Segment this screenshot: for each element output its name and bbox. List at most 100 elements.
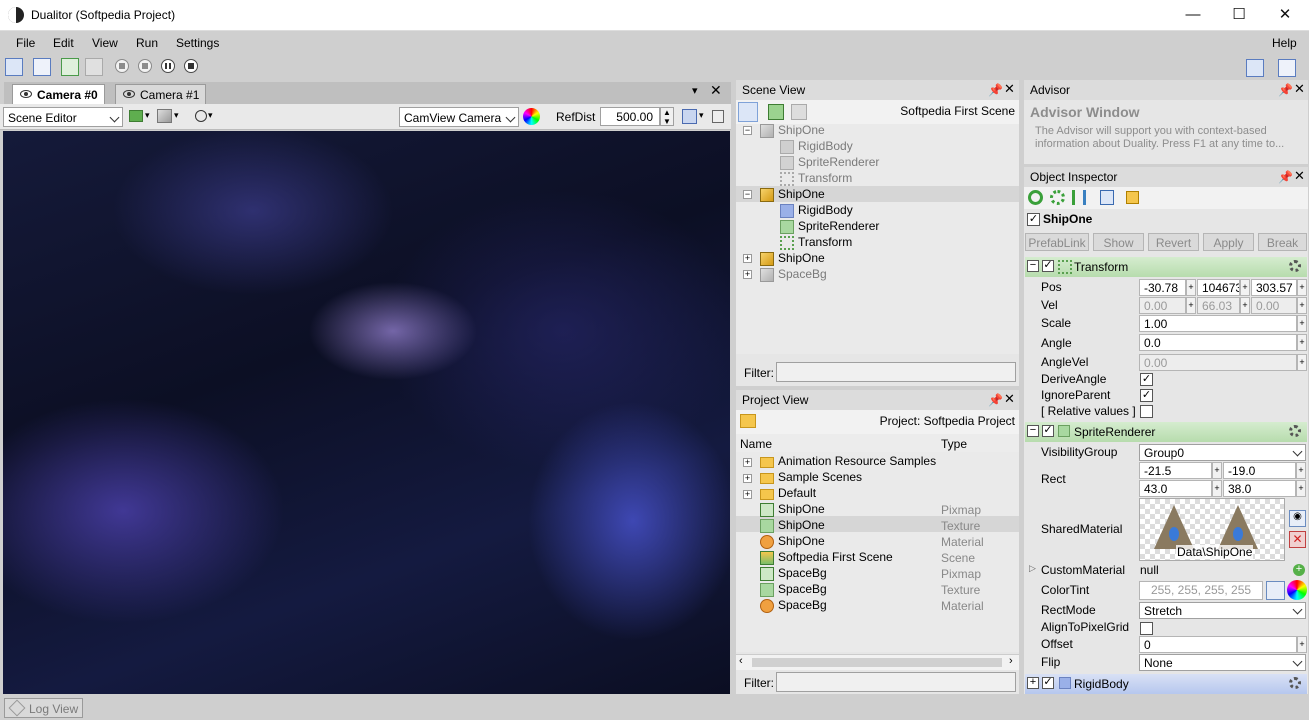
tree-item[interactable]: SpriteRenderer bbox=[780, 155, 879, 171]
tree-item[interactable]: SpaceBg bbox=[760, 267, 827, 283]
stop-icon[interactable] bbox=[184, 59, 198, 73]
scroll-right-icon[interactable]: › bbox=[1009, 655, 1013, 667]
collapse-toggle[interactable]: − bbox=[743, 126, 752, 135]
scene-viewport[interactable] bbox=[3, 131, 730, 694]
project-item[interactable]: Animation Resource Samples bbox=[760, 454, 936, 470]
create-object-icon[interactable] bbox=[738, 102, 758, 122]
relative-values-checkbox[interactable] bbox=[1140, 405, 1153, 418]
tree-item[interactable]: RigidBody bbox=[780, 203, 853, 219]
rect-h-input[interactable]: 38.0 bbox=[1223, 480, 1296, 497]
gear-icon[interactable] bbox=[1289, 260, 1301, 272]
tab-camera-1[interactable]: Camera #1 bbox=[115, 84, 207, 104]
scale-input[interactable]: 1.00 bbox=[1139, 315, 1297, 332]
copy-icon[interactable] bbox=[1100, 190, 1114, 205]
project-item[interactable]: Sample Scenes bbox=[760, 470, 862, 486]
menu-help[interactable]: Help bbox=[1272, 36, 1297, 50]
editor-mode-select[interactable]: Scene Editor bbox=[3, 107, 123, 127]
stepper[interactable]: + bbox=[1212, 480, 1222, 497]
pos-y-input[interactable]: 104673. bbox=[1197, 279, 1240, 296]
tree-item[interactable]: SpriteRenderer bbox=[780, 219, 879, 235]
chevron-down-icon[interactable]: ▾ bbox=[699, 110, 704, 121]
expand-toggle[interactable]: + bbox=[743, 490, 752, 499]
layer-icon[interactable] bbox=[129, 110, 143, 122]
offset-input[interactable]: 0 bbox=[1139, 636, 1297, 653]
material-preview[interactable]: Data\ShipOne bbox=[1139, 498, 1285, 561]
expand-toggle[interactable]: + bbox=[743, 254, 752, 263]
stepper[interactable]: + bbox=[1297, 334, 1307, 351]
gear-green-icon[interactable] bbox=[1050, 190, 1065, 205]
log-view-tab[interactable]: Log View bbox=[4, 698, 83, 718]
sort-icon[interactable] bbox=[1072, 190, 1086, 205]
project-item[interactable]: SpaceBg bbox=[760, 598, 827, 614]
lock-icon[interactable] bbox=[1126, 191, 1139, 204]
perspective-icon[interactable] bbox=[682, 109, 697, 124]
component-active-checkbox[interactable]: ✓ bbox=[1042, 677, 1054, 689]
close-icon[interactable]: ✕ bbox=[1294, 168, 1305, 184]
scrollbar-thumb[interactable] bbox=[752, 658, 1002, 667]
stepper[interactable]: + bbox=[1297, 636, 1307, 653]
project-item[interactable]: SpaceBg bbox=[760, 582, 827, 598]
deriveangle-checkbox[interactable]: ✓ bbox=[1140, 373, 1153, 386]
ignoreparent-checkbox[interactable]: ✓ bbox=[1140, 389, 1153, 402]
expand-arrow-icon[interactable]: ▷ bbox=[1029, 563, 1036, 574]
pin-icon[interactable]: 📌 bbox=[988, 83, 1003, 97]
flip-select[interactable]: None bbox=[1139, 654, 1306, 671]
refdist-input[interactable]: 500.00 bbox=[600, 107, 660, 126]
horizontal-scrollbar[interactable]: ‹ › bbox=[736, 654, 1019, 670]
color-wheel-icon[interactable] bbox=[523, 108, 540, 125]
project-item[interactable]: ShipOne bbox=[760, 534, 825, 550]
stepper[interactable]: + bbox=[1212, 462, 1222, 479]
pin-icon[interactable]: 📌 bbox=[1278, 83, 1293, 97]
column-header-name[interactable]: Name bbox=[740, 437, 772, 451]
tree-item[interactable]: Transform bbox=[780, 235, 852, 251]
chevron-down-icon[interactable]: ▾ bbox=[145, 110, 150, 121]
remove-icon[interactable]: ✕ bbox=[1289, 531, 1306, 548]
lock-icon[interactable] bbox=[712, 110, 724, 123]
snap-icon[interactable] bbox=[195, 110, 207, 122]
tab-menu-chevron-icon[interactable]: ▾ bbox=[692, 84, 698, 97]
add-scene-icon[interactable] bbox=[768, 104, 784, 120]
project-item[interactable]: SpaceBg bbox=[760, 566, 827, 582]
refresh-icon[interactable] bbox=[1028, 190, 1043, 205]
eyedropper-icon[interactable] bbox=[1266, 581, 1285, 600]
pause-icon[interactable] bbox=[161, 59, 175, 73]
open-code-icon[interactable] bbox=[33, 58, 51, 76]
stepper[interactable]: + bbox=[1240, 279, 1250, 296]
menu-edit[interactable]: Edit bbox=[53, 36, 74, 50]
rigidbody-component-header[interactable]: + ✓ RigidBody bbox=[1025, 674, 1307, 694]
visibilitygroup-select[interactable]: Group0 bbox=[1139, 444, 1306, 461]
project-filter-input[interactable] bbox=[776, 672, 1016, 692]
collapse-toggle[interactable]: − bbox=[1027, 260, 1039, 272]
tree-item[interactable]: ShipOne bbox=[760, 251, 825, 267]
expand-toggle[interactable]: + bbox=[743, 458, 752, 467]
gear-icon[interactable] bbox=[1289, 425, 1301, 437]
component-active-checkbox[interactable]: ✓ bbox=[1042, 425, 1054, 437]
stepper[interactable]: + bbox=[1297, 315, 1307, 332]
camera-select[interactable]: CamView Camera bbox=[399, 107, 519, 127]
windows-icon[interactable] bbox=[1278, 59, 1296, 77]
rect-y-input[interactable]: -19.0 bbox=[1223, 462, 1296, 479]
eye-icon[interactable]: ◉ bbox=[1289, 510, 1306, 527]
stepper[interactable]: + bbox=[1296, 462, 1306, 479]
colortint-input[interactable]: 255, 255, 255, 255 bbox=[1139, 581, 1263, 600]
tab-camera-0[interactable]: Camera #0 bbox=[12, 84, 105, 104]
add-icon[interactable]: + bbox=[1293, 564, 1305, 576]
stepper[interactable]: + bbox=[1186, 279, 1196, 296]
tree-item[interactable]: RigidBody bbox=[780, 139, 853, 155]
chevron-down-icon[interactable]: ▾ bbox=[174, 110, 179, 121]
new-project-icon[interactable] bbox=[5, 58, 23, 76]
project-item[interactable]: ShipOne bbox=[760, 502, 825, 518]
menu-file[interactable]: File bbox=[16, 36, 35, 50]
close-icon[interactable]: ✕ bbox=[1004, 391, 1015, 407]
collapse-toggle[interactable]: − bbox=[743, 190, 752, 199]
pos-z-input[interactable]: 303.57 bbox=[1251, 279, 1297, 296]
maximize-button[interactable]: ☐ bbox=[1216, 0, 1262, 31]
layout-icon[interactable] bbox=[1246, 59, 1264, 77]
chevron-down-icon[interactable]: ▾ bbox=[208, 110, 213, 121]
save-all-icon[interactable] bbox=[61, 58, 79, 76]
pin-icon[interactable]: 📌 bbox=[988, 393, 1003, 407]
collapse-toggle[interactable]: − bbox=[1027, 425, 1039, 437]
close-icon[interactable]: ✕ bbox=[710, 82, 722, 99]
scroll-left-icon[interactable]: ‹ bbox=[739, 655, 743, 667]
angle-input[interactable]: 0.0 bbox=[1139, 334, 1297, 351]
